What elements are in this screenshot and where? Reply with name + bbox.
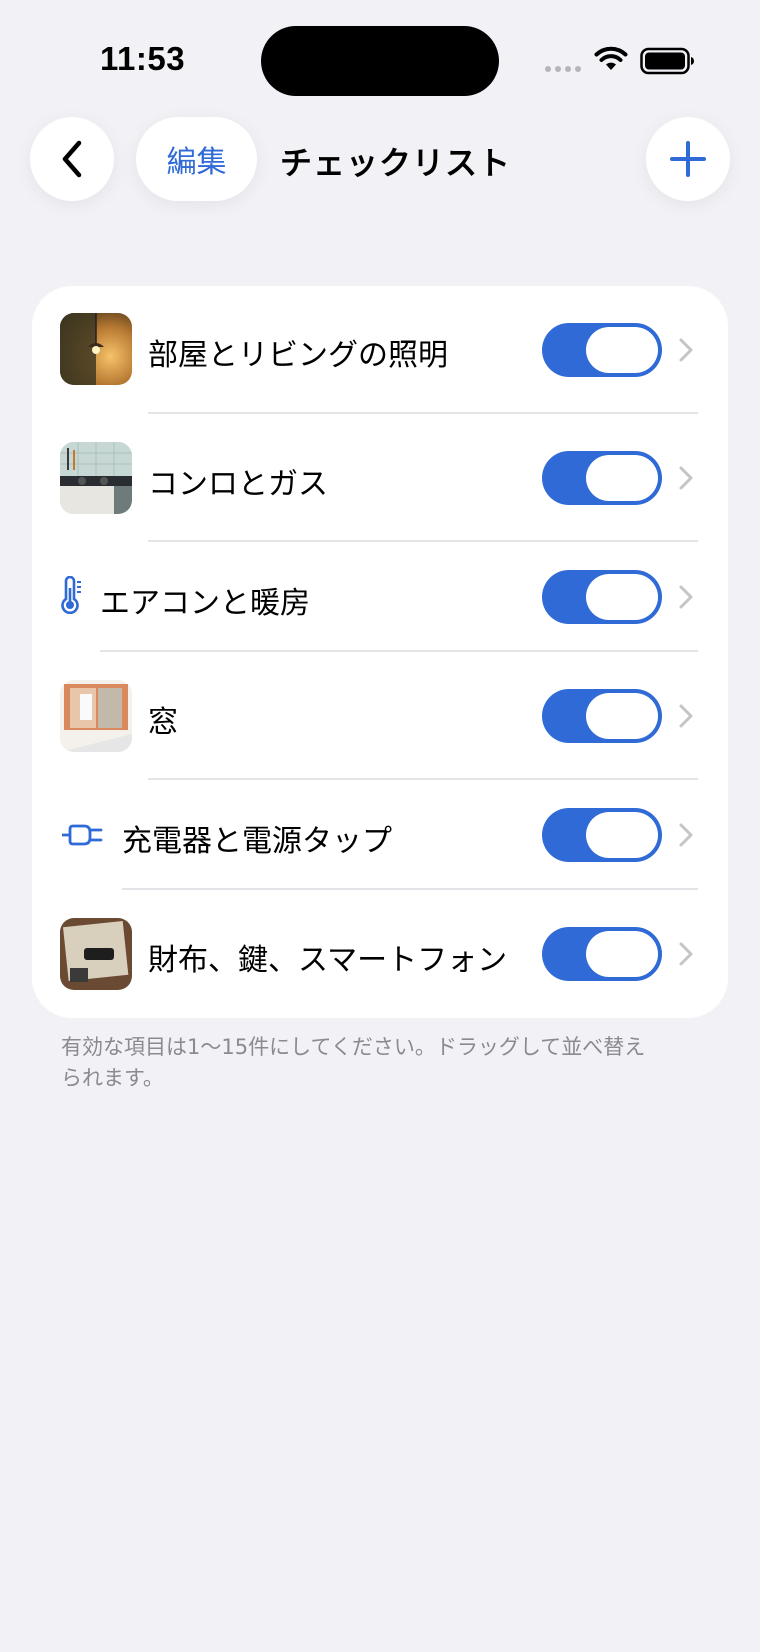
list-item[interactable]: 部屋とリビングの照明	[32, 286, 728, 414]
ceiling-lamp-photo	[60, 313, 132, 385]
item-label: コンロとガス	[148, 467, 328, 502]
toggle-switch[interactable]	[542, 570, 662, 624]
list-item[interactable]: コンロとガス	[32, 414, 728, 542]
add-button[interactable]	[646, 117, 730, 201]
battery-icon	[640, 47, 694, 75]
chevron-right-icon	[679, 466, 693, 490]
item-label: 充電器と電源タップ	[122, 824, 392, 859]
wifi-icon	[594, 46, 628, 70]
chevron-right-icon	[679, 704, 693, 728]
thermometer-icon	[61, 576, 81, 614]
toggle-switch[interactable]	[542, 927, 662, 981]
dynamic-island	[261, 26, 499, 96]
chevron-right-icon	[679, 823, 693, 847]
wallet-keys-photo	[60, 918, 132, 990]
checklist-card: 部屋とリビングの照明 コンロとガス エアコンと暖房 窓 充電器と電源タップ 財布…	[32, 286, 728, 1018]
list-item[interactable]: 充電器と電源タップ	[32, 780, 728, 890]
status-time: 11:53	[100, 40, 186, 77]
item-label: 財布、鍵、スマートフォン	[148, 943, 508, 978]
list-item[interactable]: エアコンと暖房	[32, 542, 728, 652]
toggle-switch[interactable]	[542, 808, 662, 862]
footer-note: 有効な項目は1〜15件にしてください。ドラッグして並べ替えられます。	[61, 1035, 646, 1090]
page-title: チェックリスト	[280, 144, 512, 182]
chevron-right-icon	[679, 338, 693, 362]
plus-icon	[670, 141, 706, 177]
chevron-left-icon	[62, 140, 82, 178]
toggle-switch[interactable]	[542, 451, 662, 505]
item-label: 部屋とリビングの照明	[148, 338, 448, 373]
power-plug-icon	[62, 824, 103, 846]
item-label: エアコンと暖房	[100, 586, 310, 621]
cellular-signal-icon	[545, 66, 581, 72]
chevron-right-icon	[679, 585, 693, 609]
toggle-switch[interactable]	[542, 689, 662, 743]
edit-button[interactable]: 編集	[136, 117, 257, 201]
list-item[interactable]: 窓	[32, 652, 728, 780]
chevron-right-icon	[679, 942, 693, 966]
kitchen-stove-photo	[60, 442, 132, 514]
status-bar: 11:53	[0, 0, 760, 120]
item-label: 窓	[148, 705, 178, 740]
back-button[interactable]	[30, 117, 114, 201]
list-item[interactable]: 財布、鍵、スマートフォン	[32, 890, 728, 1018]
toggle-switch[interactable]	[542, 323, 662, 377]
window-photo	[60, 680, 132, 752]
